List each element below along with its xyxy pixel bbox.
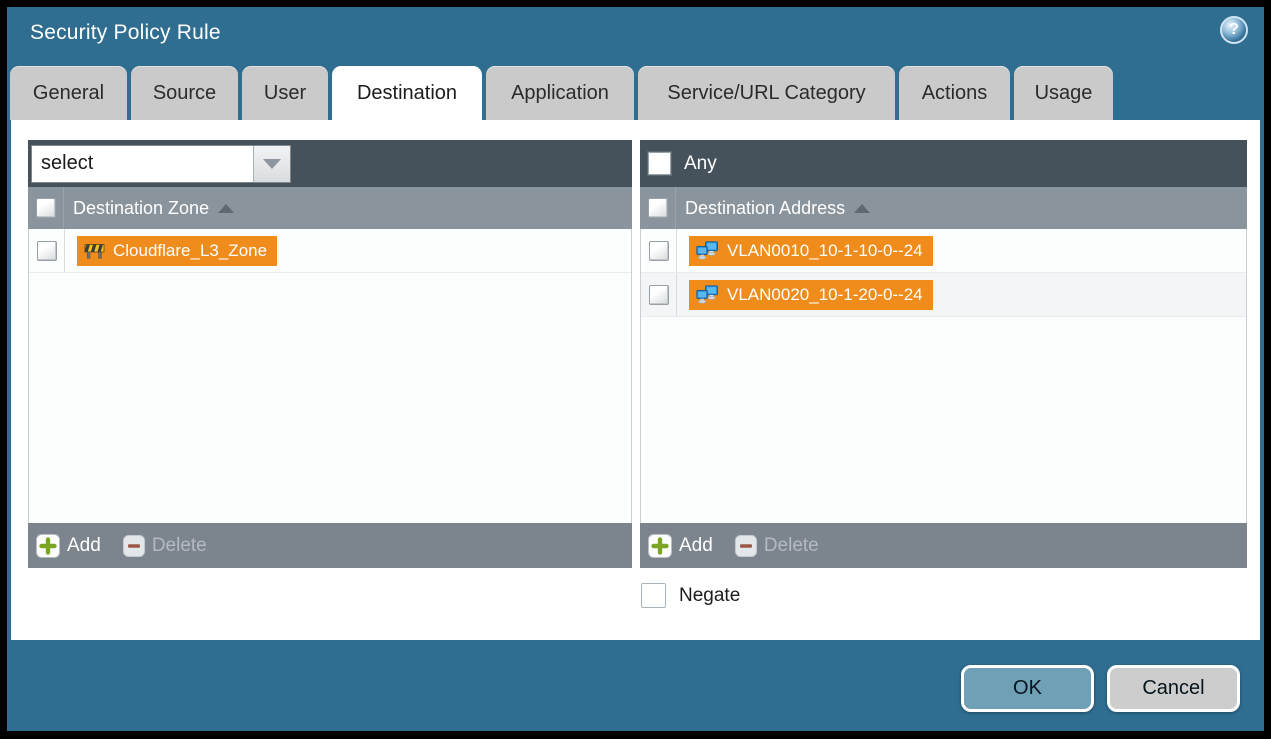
dialog-actions: OK Cancel (961, 665, 1240, 712)
tab-usage[interactable]: Usage (1014, 66, 1113, 120)
zone-item[interactable]: Cloudflare_L3_Zone (77, 236, 277, 266)
address-row: VLAN0020_10-1-20-0--24 (641, 273, 1246, 317)
zone-item-label: Cloudflare_L3_Zone (113, 241, 267, 261)
address-item[interactable]: VLAN0010_10-1-10-0--24 (689, 236, 933, 266)
tab-destination[interactable]: Destination (332, 66, 482, 120)
destination-tab-content: Destination Zone (11, 120, 1260, 640)
tab-service-url-category[interactable]: Service/URL Category (638, 66, 895, 120)
tab-source[interactable]: Source (131, 66, 238, 120)
address-row-checkbox[interactable] (649, 285, 669, 305)
delete-icon (123, 535, 145, 557)
zone-select-combobox (31, 145, 291, 183)
destination-zone-panel: Destination Zone (28, 140, 632, 568)
chevron-down-icon (263, 159, 281, 169)
delete-zone-label: Delete (152, 535, 207, 557)
address-column-header-row: Destination Address (640, 187, 1247, 229)
zone-toolbar (28, 140, 632, 187)
tab-application[interactable]: Application (486, 66, 634, 120)
zone-row: Cloudflare_L3_Zone (29, 229, 631, 273)
security-policy-rule-dialog: Security Policy Rule ? General Source Us… (7, 7, 1264, 731)
zone-list: Cloudflare_L3_Zone (28, 229, 632, 523)
address-icon (696, 285, 719, 304)
sort-ascending-icon (218, 204, 234, 213)
dialog-title: Security Policy Rule (30, 21, 221, 45)
negate-row: Negate (641, 583, 740, 608)
any-address-label: Any (684, 153, 717, 175)
address-item-label: VLAN0020_10-1-20-0--24 (727, 285, 923, 305)
zone-footer: Add Delete (28, 523, 632, 568)
delete-zone-button[interactable]: Delete (123, 535, 207, 557)
address-list: VLAN0010_10-1-10-0--24 (640, 229, 1247, 523)
add-zone-label: Add (67, 535, 101, 557)
address-toolbar: Any (640, 140, 1247, 187)
zone-select-input[interactable] (32, 146, 253, 182)
address-icon (696, 241, 719, 260)
select-all-zones-checkbox[interactable] (36, 198, 56, 218)
address-item[interactable]: VLAN0020_10-1-20-0--24 (689, 280, 933, 310)
delete-address-label: Delete (764, 535, 819, 557)
delete-icon (735, 535, 757, 557)
destination-address-panel: Any Destination Address (640, 140, 1247, 568)
dialog-frame: Security Policy Rule ? General Source Us… (0, 0, 1271, 739)
delete-address-button[interactable]: Delete (735, 535, 819, 557)
zone-row-checkbox[interactable] (37, 241, 57, 261)
negate-label: Negate (679, 585, 740, 607)
zone-select-dropdown-button[interactable] (253, 146, 290, 182)
sort-ascending-icon (854, 204, 870, 213)
title-bar: Security Policy Rule ? (7, 7, 1264, 66)
cancel-button[interactable]: Cancel (1107, 665, 1240, 712)
select-all-addresses-checkbox[interactable] (648, 198, 668, 218)
add-address-label: Add (679, 535, 713, 557)
address-item-label: VLAN0010_10-1-10-0--24 (727, 241, 923, 261)
negate-checkbox[interactable] (641, 583, 666, 608)
tab-actions[interactable]: Actions (899, 66, 1010, 120)
zone-column-header-row: Destination Zone (28, 187, 632, 229)
tab-bar: General Source User Destination Applicat… (10, 66, 1113, 120)
ok-button[interactable]: OK (961, 665, 1094, 712)
address-footer: Add Delete (640, 523, 1247, 568)
add-zone-button[interactable]: Add (36, 534, 101, 558)
add-icon (36, 534, 60, 558)
zone-column-header[interactable]: Destination Zone (73, 198, 209, 219)
address-column-header[interactable]: Destination Address (685, 198, 845, 219)
address-row-checkbox[interactable] (649, 241, 669, 261)
tab-general[interactable]: General (10, 66, 127, 120)
zone-icon (84, 242, 105, 259)
add-icon (648, 534, 672, 558)
tab-user[interactable]: User (242, 66, 328, 120)
help-icon[interactable]: ? (1220, 16, 1248, 44)
add-address-button[interactable]: Add (648, 534, 713, 558)
address-row: VLAN0010_10-1-10-0--24 (641, 229, 1246, 273)
any-address-checkbox[interactable] (648, 152, 671, 175)
